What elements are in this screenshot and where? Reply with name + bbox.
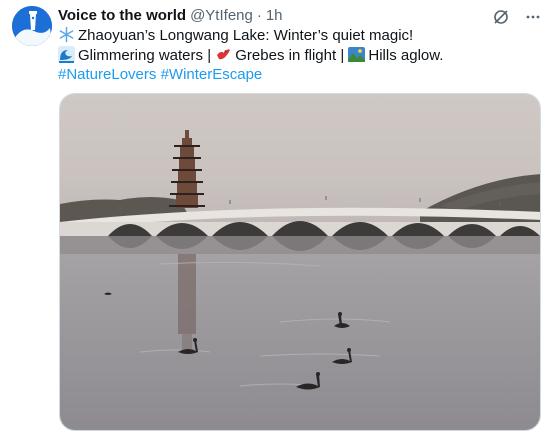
hashtags-line: #NatureLovers #WinterEscape xyxy=(58,65,542,85)
tweet-line-1-text: Zhaoyuan’s Longwang Lake: Winter’s quiet… xyxy=(78,27,414,44)
separator-dot: · xyxy=(256,6,262,24)
bird-icon xyxy=(215,46,232,63)
author-handle[interactable]: @YtIfeng xyxy=(190,7,253,24)
hashtag-naturelovers[interactable]: #NatureLovers xyxy=(58,66,156,83)
timestamp[interactable]: 1h xyxy=(266,7,283,24)
landscape-icon xyxy=(348,46,366,63)
more-icon[interactable] xyxy=(524,8,542,26)
header-actions xyxy=(492,8,542,26)
tweet-header: Voice to the world @YtIfeng · 1h xyxy=(58,4,542,26)
grok-icon[interactable] xyxy=(492,8,510,26)
tweet-line-2a-text: Glimmering waters | xyxy=(78,46,212,64)
snowflake-icon xyxy=(58,26,75,43)
author-name[interactable]: Voice to the world xyxy=(58,7,186,24)
tweet-content: Voice to the world @YtIfeng · 1h Zhaoyua… xyxy=(58,4,542,85)
tweet-text: Zhaoyuan’s Longwang Lake: Winter’s quiet… xyxy=(58,26,542,85)
tweet-line-1: Zhaoyuan’s Longwang Lake: Winter’s quiet… xyxy=(58,26,542,46)
tweet-line-2c-text: Hills aglow. xyxy=(368,46,444,64)
tweet-line-2b-text: Grebes in flight | xyxy=(235,46,345,64)
avatar[interactable] xyxy=(12,6,52,46)
wave-icon xyxy=(58,45,75,63)
tweet-line-2: Glimmering waters | Grebes in flight | H… xyxy=(58,45,542,66)
tweet-photo[interactable] xyxy=(59,93,541,431)
hashtag-winterescape[interactable]: #WinterEscape xyxy=(161,66,263,83)
